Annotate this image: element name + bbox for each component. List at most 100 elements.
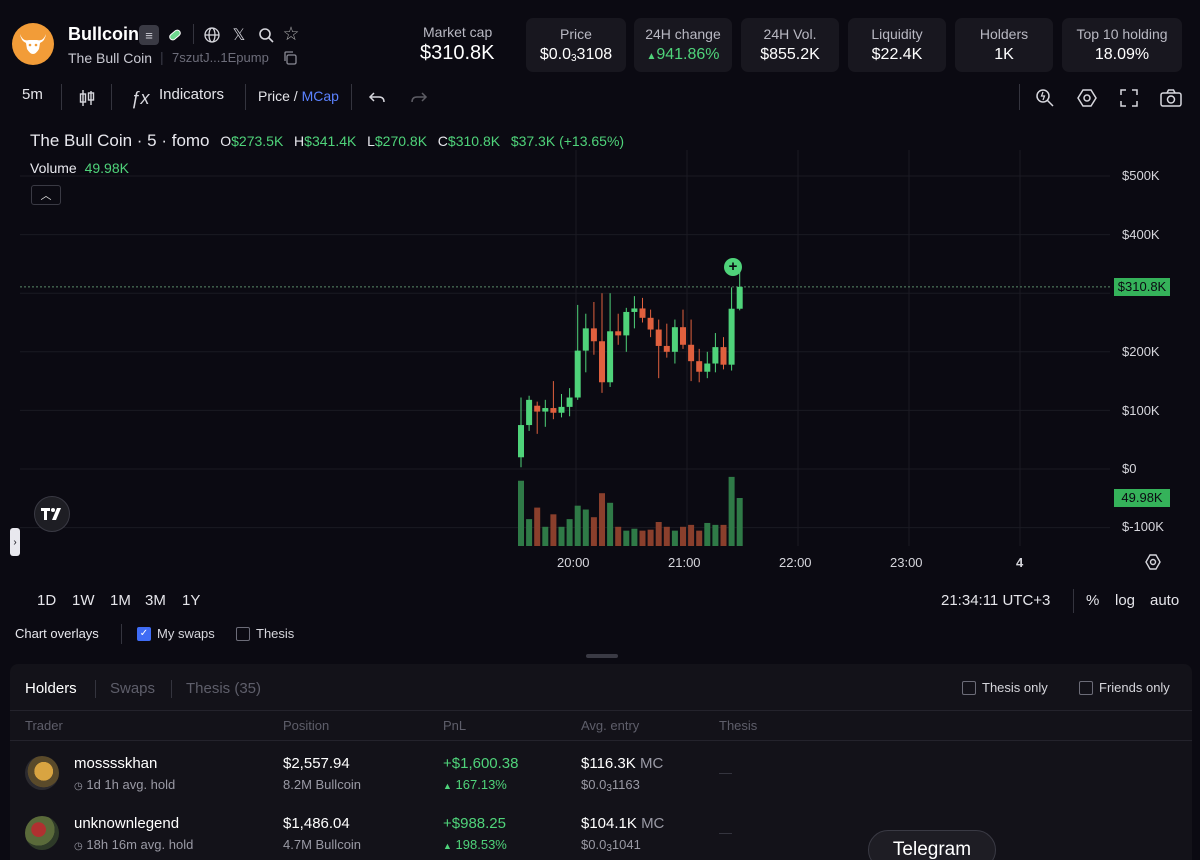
menu-icon[interactable]: ≡	[139, 25, 159, 45]
percent-scale-button[interactable]: %	[1086, 592, 1099, 609]
undo-icon[interactable]	[363, 84, 391, 112]
candle-body	[663, 345, 670, 352]
price-option[interactable]: Price	[258, 88, 290, 104]
volume-bar	[663, 526, 670, 546]
fullscreen-icon[interactable]	[1115, 84, 1143, 112]
stat-holders: Holders 1K	[955, 18, 1053, 72]
column-header-pnl[interactable]: PnL	[443, 718, 466, 733]
volume-bar	[639, 530, 646, 546]
current-volume-tag: 49.98K	[1114, 489, 1170, 507]
divider	[121, 624, 122, 644]
quick-search-icon[interactable]	[1031, 84, 1059, 112]
volume-bar	[558, 526, 565, 546]
y-tick-label: $0	[1122, 461, 1137, 476]
x-twitter-icon[interactable]: 𝕏	[229, 25, 249, 45]
candle-body	[639, 308, 646, 318]
volume-bar	[720, 524, 727, 546]
column-header-thesis[interactable]: Thesis	[719, 718, 757, 733]
volume-bar	[534, 507, 541, 546]
divider	[10, 740, 1192, 741]
price-chart[interactable]	[0, 120, 1200, 590]
y-tick-label: $100K	[1122, 403, 1160, 418]
current-price-tag: $310.8K	[1114, 278, 1170, 296]
stat-price: Price $0.033108	[526, 18, 626, 72]
tradingview-logo-icon[interactable]	[34, 496, 70, 532]
indicators-button[interactable]: Indicators	[159, 86, 224, 103]
avatar[interactable]	[25, 756, 59, 790]
column-header-trader[interactable]: Trader	[25, 718, 63, 733]
tab-thesis[interactable]: Thesis (35)	[186, 680, 261, 697]
panel-drag-handle[interactable]	[586, 654, 618, 658]
pill-icon[interactable]	[165, 25, 185, 45]
log-scale-button[interactable]: log	[1115, 592, 1135, 609]
checkbox-icon[interactable]	[1079, 680, 1093, 695]
divider	[10, 710, 1192, 711]
divider	[95, 680, 96, 698]
settings-hexagon-icon[interactable]	[1073, 84, 1101, 112]
volume-bar	[574, 505, 581, 546]
volume-bar	[607, 502, 614, 546]
range-3m[interactable]: 3M	[145, 592, 166, 609]
volume-bar	[704, 522, 711, 546]
telegram-button[interactable]: Telegram	[868, 830, 996, 860]
range-1d[interactable]: 1D	[37, 592, 56, 609]
tab-holders[interactable]: Holders	[25, 680, 77, 697]
table-row[interactable]	[10, 745, 1192, 803]
candlestick-icon[interactable]	[73, 84, 101, 112]
mcap-option[interactable]: MCap	[302, 88, 339, 104]
volume-bar	[655, 522, 662, 546]
triangle-up-icon: ▲	[646, 51, 657, 62]
contract-address[interactable]: 7szutJ...1Epump	[172, 50, 269, 65]
x-tick-label: 23:00	[890, 555, 923, 570]
range-1w[interactable]: 1W	[72, 592, 95, 609]
candle-body	[574, 350, 581, 398]
redo-icon[interactable]	[405, 84, 433, 112]
candle-body	[526, 399, 533, 426]
trader-name[interactable]: mosssskhan	[74, 755, 157, 772]
friends-only-filter[interactable]: Friends only	[1079, 680, 1170, 695]
star-icon[interactable]: ☆	[281, 24, 301, 45]
column-header-position[interactable]: Position	[283, 718, 329, 733]
thesis-value: —	[719, 765, 732, 780]
interval-selector[interactable]: 5m	[22, 86, 43, 103]
column-header-avg-entry[interactable]: Avg. entry	[581, 718, 639, 733]
candle-body	[720, 347, 727, 365]
trader-name[interactable]: unknownlegend	[74, 815, 179, 832]
search-icon[interactable]	[256, 25, 276, 45]
token-full-name: The Bull Coin	[68, 50, 153, 66]
checkbox-checked-icon[interactable]: ✓	[137, 626, 151, 641]
volume-bar	[599, 493, 605, 546]
copy-icon[interactable]	[282, 50, 298, 71]
separator: |	[160, 49, 164, 65]
add-marker-icon[interactable]: +	[724, 258, 742, 276]
avatar[interactable]	[25, 816, 59, 850]
change-value: $37.3K (+13.65%)	[510, 133, 625, 149]
stat-label: Top 10 holding	[1076, 26, 1168, 42]
divider	[111, 84, 112, 110]
divider	[193, 24, 194, 44]
candle-body	[607, 331, 614, 383]
range-1y[interactable]: 1Y	[182, 592, 200, 609]
candle-body	[599, 341, 605, 383]
side-panel-toggle[interactable]: ›	[10, 528, 20, 556]
price-mcap-toggle[interactable]: Price / MCap	[258, 88, 339, 104]
y-tick-label: $200K	[1122, 344, 1160, 359]
avg-entry-mc: $104.1K MC	[581, 815, 665, 832]
checkbox-icon[interactable]	[236, 626, 250, 641]
camera-icon[interactable]	[1157, 84, 1185, 112]
globe-icon[interactable]	[202, 25, 222, 45]
hold-time: ◷ 1d 1h avg. hold	[74, 777, 176, 792]
collapse-legend-button[interactable]: ︿	[31, 185, 61, 205]
checkbox-icon[interactable]	[962, 680, 976, 695]
function-icon[interactable]: ƒx	[126, 84, 154, 112]
divider	[61, 84, 62, 110]
tab-swaps[interactable]: Swaps	[110, 680, 155, 697]
auto-scale-button[interactable]: auto	[1150, 592, 1179, 609]
my-swaps-toggle[interactable]: ✓ My swaps	[137, 626, 215, 641]
candle-body	[655, 329, 662, 346]
thesis-toggle[interactable]: Thesis	[236, 626, 294, 641]
range-1m[interactable]: 1M	[110, 592, 131, 609]
candle-body	[582, 328, 589, 351]
thesis-only-filter[interactable]: Thesis only	[962, 680, 1048, 695]
axis-settings-icon[interactable]	[1144, 553, 1162, 576]
